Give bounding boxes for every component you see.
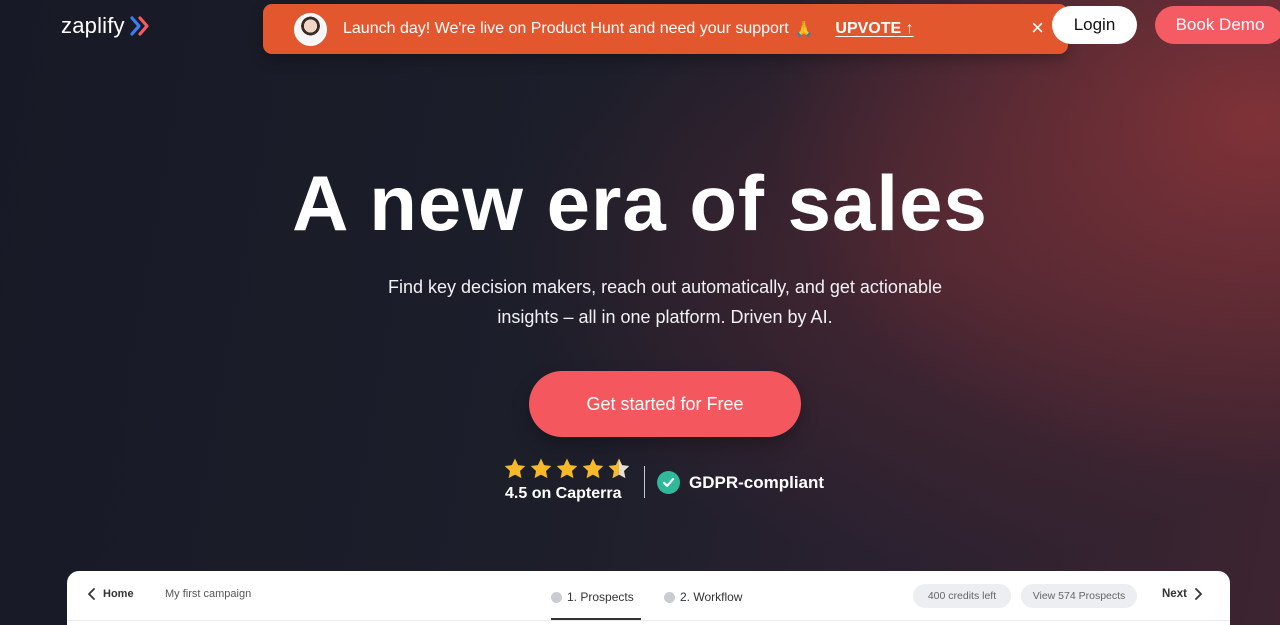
rating-stars [503, 457, 633, 483]
campaign-name: My first campaign [165, 588, 252, 600]
active-tab-indicator [551, 618, 641, 620]
app-preview-window: Home My first campaign 1. Prospects 2. W… [67, 571, 1230, 625]
product-hunt-banner: Launch day! We're live on Product Hunt a… [263, 4, 1068, 54]
rating-text: 4.5 on Capterra [505, 485, 622, 502]
step-status-icon [664, 591, 675, 603]
chevron-left-icon [88, 588, 95, 600]
upvote-link[interactable]: UPVOTE ↑ [835, 20, 913, 38]
close-icon[interactable]: × [1031, 17, 1044, 39]
home-link[interactable]: Home [87, 588, 134, 600]
banner-message: Launch day! We're live on Product Hunt a… [343, 20, 789, 37]
hero-title: A new era of sales [292, 159, 988, 247]
step-status-icon [551, 591, 562, 603]
app-preview-toolbar: Home My first campaign 1. Prospects 2. W… [67, 571, 1230, 621]
avatar [294, 12, 327, 46]
star-icon [530, 458, 552, 479]
logo-text: zaplify [61, 13, 125, 38]
get-started-button[interactable]: Get started for Free [529, 371, 801, 437]
star-icon [582, 458, 604, 479]
logo-chevrons-icon [130, 16, 149, 36]
next-label: Next [1162, 588, 1187, 600]
tab-prospects-label: 1. Prospects [567, 590, 634, 604]
gdpr-label: GDPR-compliant [689, 472, 825, 492]
check-circle-icon [657, 471, 680, 494]
view-prospects-button[interactable]: View 574 Prospects [1021, 584, 1137, 608]
gdpr-badge: GDPR-compliant [657, 471, 824, 494]
hero-subtitle-line1: Find key decision makers, reach out auto… [388, 277, 942, 297]
praying-hands-icon: 🙏 [794, 21, 814, 38]
home-label: Home [103, 588, 134, 600]
next-button[interactable]: Next [1162, 588, 1203, 600]
chevron-right-icon [1195, 588, 1202, 600]
credits-badge: 400 credits left [913, 584, 1011, 608]
tab-workflow-label: 2. Workflow [680, 590, 743, 604]
hero-subtitle-line2: insights – all in one platform. Driven b… [497, 307, 833, 327]
star-icon [556, 458, 578, 479]
hero-subtitle: Find key decision makers, reach out auto… [340, 272, 990, 332]
divider [644, 466, 645, 498]
capterra-rating: 4.5 on Capterra [503, 457, 633, 503]
tab-workflow[interactable]: 2. Workflow [664, 590, 742, 604]
zaplify-logo[interactable]: zaplify [61, 12, 151, 40]
login-button[interactable]: Login [1052, 6, 1137, 44]
tab-prospects[interactable]: 1. Prospects [551, 590, 634, 604]
book-demo-button[interactable]: Book Demo [1155, 6, 1280, 44]
half-star-icon [608, 458, 630, 479]
star-icon [504, 458, 526, 479]
